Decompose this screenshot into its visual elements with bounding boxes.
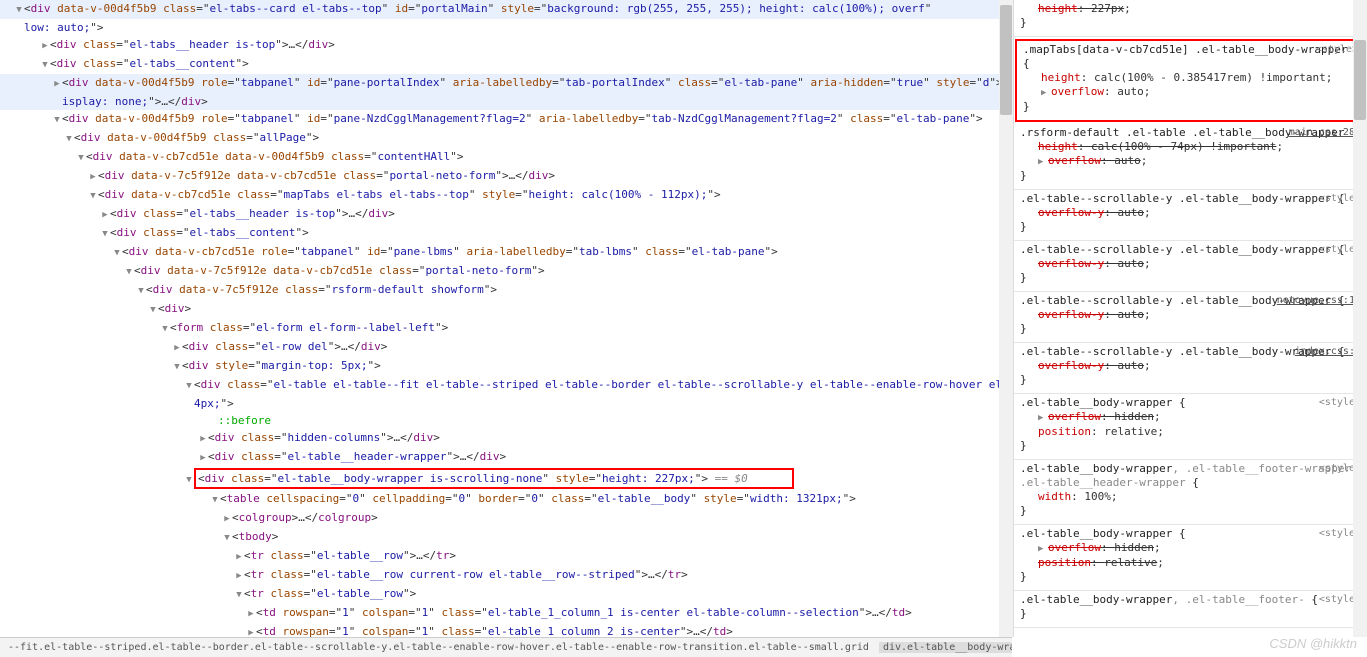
expand-arrow[interactable]: ▼ [136,284,146,299]
dom-node[interactable]: ▼<div data-v-cb7cd51e data-v-00d4f5b9 cl… [0,148,1013,167]
elements-dom-tree[interactable]: ▼<div data-v-00d4f5b9 class="el-tabs--ca… [0,0,1014,637]
dom-scrollbar[interactable] [999,0,1013,637]
expand-arrow[interactable]: ▶ [246,626,256,637]
expand-arrow[interactable]: ▼ [112,246,122,261]
expand-arrow[interactable]: ▼ [88,189,98,204]
breadcrumb[interactable]: --fit.el-table--striped.el-table--border… [0,637,1012,657]
dom-node[interactable]: ▶<td rowspan="1" colspan="1" class="el-t… [0,604,1013,623]
dom-node[interactable]: ▼<div data-v-00d4f5b9 class="el-tabs--ca… [0,0,1013,19]
style-rule[interactable]: <style>.el-table--scrollable-y .el-table… [1014,190,1367,241]
dom-node[interactable]: ▼<div data-v-cb7cd51e class="mapTabs el-… [0,186,1013,205]
expand-arrow[interactable]: ▶ [198,432,208,447]
expand-arrow[interactable]: ▼ [64,132,74,147]
css-source-link[interactable]: main.css:289 [1289,126,1361,140]
expand-arrow[interactable]: ▼ [124,265,134,280]
dom-node[interactable]: ▼<div style="margin-top: 5px;"> [0,357,1013,376]
dom-node[interactable]: ▶<div class="el-tabs__header is-top">…</… [0,36,1013,55]
expand-arrow[interactable]: ▼ [52,113,62,128]
dom-node[interactable]: ▶<tr class="el-table__row current-row el… [0,566,1013,585]
dom-node[interactable]: ▶<tr class="el-table__row">…</tr> [0,547,1013,566]
style-rule[interactable]: netovue.css:11.el-table--scrollable-y .e… [1014,292,1367,343]
css-source-link[interactable]: <style> [1316,43,1358,57]
expand-arrow[interactable]: ▼ [100,227,110,242]
dom-node[interactable]: ▶<colgroup>…</colgroup> [0,509,1013,528]
expand-arrow[interactable]: ▼ [76,151,86,166]
expand-arrow[interactable]: ▶ [52,77,62,92]
css-source-link[interactable]: index.css:1 [1295,345,1361,359]
dom-node[interactable]: ▼<div> [0,300,1013,319]
expand-arrow[interactable]: ▼ [160,322,170,337]
dom-node[interactable]: ▶<div class="el-tabs__header is-top">…</… [0,205,1013,224]
dom-node[interactable]: ▼<div class="el-table el-table--fit el-t… [0,376,1013,395]
dom-node[interactable]: isplay: none;">…</div> [0,93,1013,110]
expand-arrow[interactable]: ▶ [88,170,98,185]
expand-arrow[interactable]: ▼ [184,379,194,394]
expand-arrow[interactable]: ▶ [222,512,232,527]
dom-node[interactable]: ::before [0,412,1013,429]
expand-arrow[interactable]: ▼ [14,3,24,18]
expand-arrow[interactable]: ▶ [234,550,244,565]
watermark: CSDN @hikktn [1269,636,1357,651]
dom-node[interactable]: ▶<td rowspan="1" colspan="1" class="el-t… [0,623,1013,637]
dom-node[interactable]: ▶<div data-v-00d4f5b9 role="tabpanel" id… [0,74,1013,93]
css-source-link[interactable]: netovue.css:11 [1277,294,1361,308]
expand-arrow[interactable]: ▶ [100,208,110,223]
dom-node[interactable]: ▼<table cellspacing="0" cellpadding="0" … [0,490,1013,509]
dom-node[interactable]: ▼<div data-v-cb7cd51e role="tabpanel" id… [0,243,1013,262]
dom-node[interactable]: ▼<div data-v-7c5f912e class="rsform-defa… [0,281,1013,300]
style-rule[interactable]: index.css:1.el-table--scrollable-y .el-t… [1014,343,1367,394]
crumb-item-active[interactable]: div.el-table__body-wrapper.is-scrolling-… [879,642,1012,653]
style-rule[interactable]: height: 227px;} [1014,0,1367,37]
dom-node[interactable]: ▶<div class="hidden-columns">…</div> [0,429,1013,448]
styles-scrollbar[interactable] [1353,0,1367,637]
expand-arrow[interactable]: ▼ [210,493,220,508]
expand-arrow[interactable]: ▼ [148,303,158,318]
style-rule[interactable]: <style>.mapTabs[data-v-cb7cd51e] .el-tab… [1015,39,1366,122]
style-rule[interactable]: main.css:289.rsform-default .el-table .e… [1014,124,1367,190]
style-rule[interactable]: <style>.el-table__body-wrapper, .el-tabl… [1014,591,1367,628]
dom-node[interactable]: ▼<div data-v-7c5f912e data-v-cb7cd51e cl… [0,262,1013,281]
style-rule[interactable]: <style>.el-table__body-wrapper {▶overflo… [1014,394,1367,460]
dom-node[interactable]: low: auto;"> [0,19,1013,36]
crumb-item[interactable]: --fit.el-table--striped.el-table--border… [4,642,873,653]
expand-arrow[interactable]: ▶ [172,341,182,356]
dom-node[interactable]: ▼<tr class="el-table__row"> [0,585,1013,604]
expand-arrow[interactable]: ▶ [234,569,244,584]
style-rule[interactable]: <style>.el-table--scrollable-y .el-table… [1014,241,1367,292]
expand-arrow[interactable]: ▼ [222,531,232,546]
expand-arrow[interactable]: ▼ [172,360,182,375]
dom-node[interactable]: ▼<tbody> [0,528,1013,547]
dom-node[interactable]: ▼<div data-v-00d4f5b9 class="allPage"> [0,129,1013,148]
styles-panel[interactable]: height: 227px;}<style>.mapTabs[data-v-cb… [1014,0,1367,637]
dom-node[interactable]: ▼<div class="el-tabs__content"> [0,224,1013,243]
expand-arrow[interactable]: ▼ [234,588,244,603]
dom-node[interactable]: ▶<div class="el-table__header-wrapper">…… [0,448,1013,467]
expand-arrow[interactable]: ▶ [246,607,256,622]
expand-arrow[interactable]: ▼ [40,58,50,73]
dom-node[interactable]: ▼<div data-v-00d4f5b9 role="tabpanel" id… [0,110,1013,129]
expand-arrow[interactable]: ▶ [40,39,50,54]
dom-node[interactable]: ▼<div class="el-table__body-wrapper is-s… [0,467,1013,490]
dom-node[interactable]: ▼<div class="el-tabs__content"> [0,55,1013,74]
style-rule[interactable]: <style>.el-table__body-wrapper, .el-tabl… [1014,460,1367,525]
dom-node[interactable]: ▶<div class="el-row del">…</div> [0,338,1013,357]
style-rule[interactable]: <style>.el-table__body-wrapper {▶overflo… [1014,525,1367,591]
dom-node[interactable]: ▶<div data-v-7c5f912e data-v-cb7cd51e cl… [0,167,1013,186]
expand-arrow[interactable]: ▶ [198,451,208,466]
dom-node[interactable]: ▼<form class="el-form el-form--label-lef… [0,319,1013,338]
dom-node[interactable]: 4px;"> [0,395,1013,412]
